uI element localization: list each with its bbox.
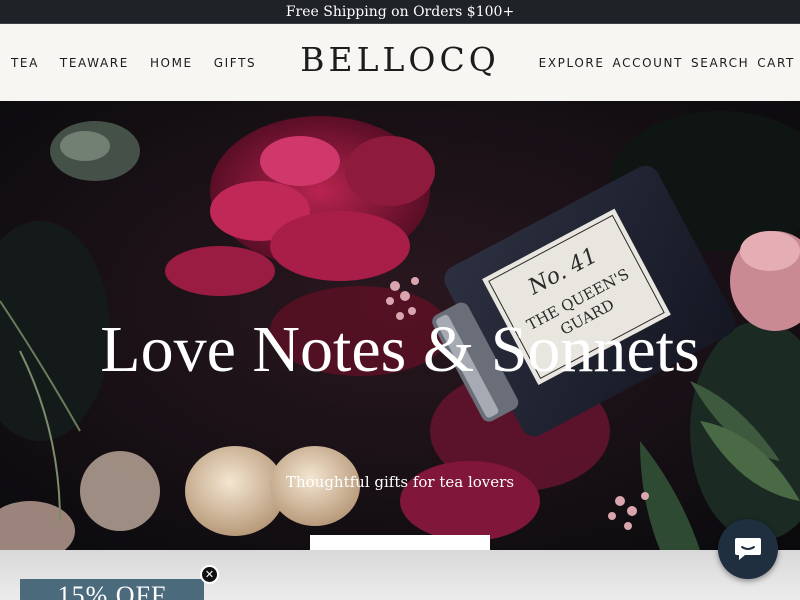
site-header: TEA TEAWARE HOME GIFTS BELLOCQ EXPLORE A… bbox=[0, 24, 800, 101]
hero-title: Love Notes & Sonnets bbox=[100, 313, 700, 386]
chat-button[interactable] bbox=[718, 519, 778, 579]
nav-gifts[interactable]: GIFTS bbox=[214, 56, 256, 70]
nav-search[interactable]: SEARCH bbox=[691, 56, 749, 70]
nav-explore[interactable]: EXPLORE bbox=[539, 56, 605, 70]
nav-tea[interactable]: TEA bbox=[11, 56, 39, 70]
utility-nav: EXPLORE ACCOUNT SEARCH CART bbox=[531, 24, 795, 101]
nav-home[interactable]: HOME bbox=[150, 56, 193, 70]
site-logo[interactable]: BELLOCQ bbox=[300, 40, 500, 79]
discount-promo-tab[interactable]: 15% OFF bbox=[20, 579, 204, 600]
hero-subtitle: Thoughtful gifts for tea lovers bbox=[285, 473, 515, 491]
primary-nav: TEA TEAWARE HOME GIFTS bbox=[11, 24, 277, 101]
nav-cart[interactable]: CART bbox=[757, 56, 795, 70]
hero-shop-button[interactable] bbox=[310, 535, 490, 550]
announcement-text: Free Shipping on Orders $100+ bbox=[285, 3, 515, 20]
nav-account[interactable]: ACCOUNT bbox=[613, 56, 684, 70]
chat-bubble-icon bbox=[735, 538, 761, 560]
announcement-bar: Free Shipping on Orders $100+ bbox=[0, 0, 800, 24]
nav-teaware[interactable]: TEAWARE bbox=[60, 56, 129, 70]
hero-banner[interactable]: No. 41 THE QUEEN'S GUARD Love Notes & So… bbox=[0, 101, 800, 550]
close-icon[interactable]: ✕ bbox=[200, 565, 219, 584]
